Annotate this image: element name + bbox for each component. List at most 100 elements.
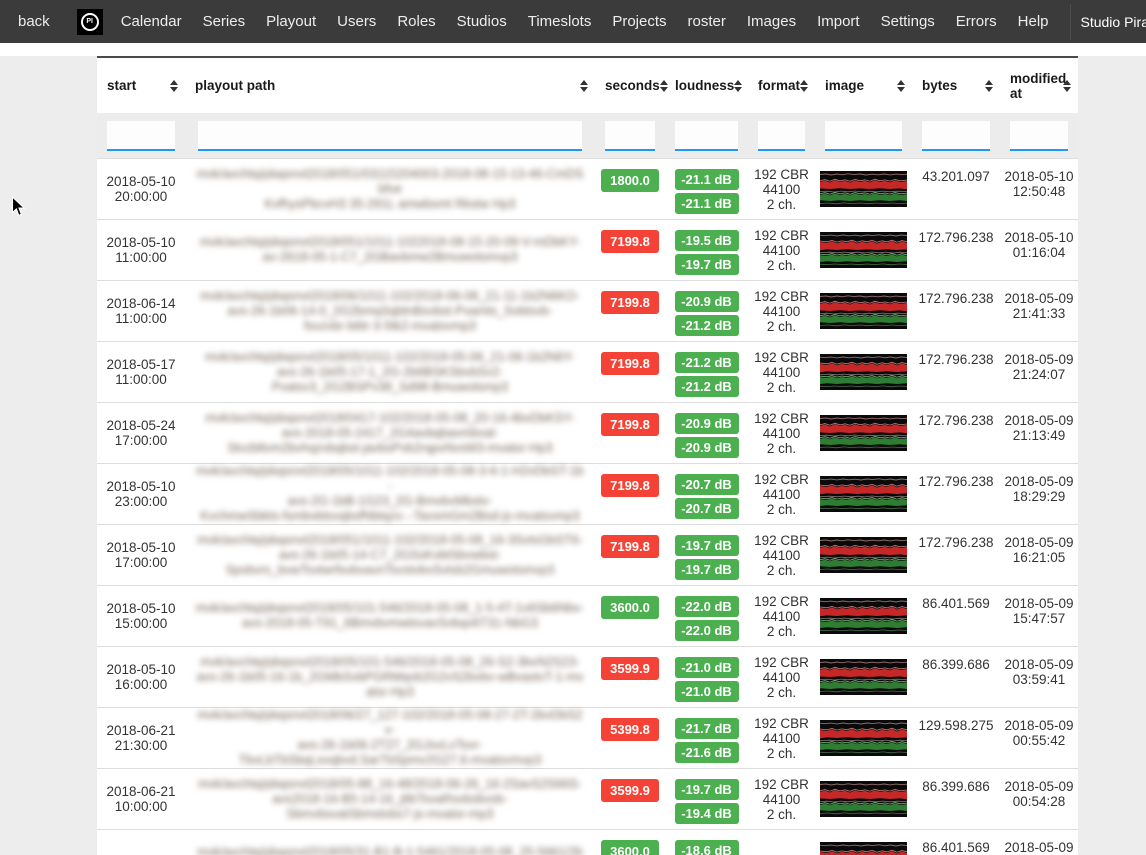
filter-input-image[interactable] — [825, 121, 902, 151]
seconds-cell: 7199.8 — [595, 220, 665, 280]
start-cell: 2018-05-1711:00:00 — [97, 342, 185, 402]
loudness-badge-range: -19.4 dB — [675, 803, 739, 824]
seconds-cell: 7199.8 — [595, 281, 665, 341]
nav-item-studios[interactable]: Studios — [457, 13, 507, 30]
sort-icon — [897, 80, 905, 92]
image-cell — [815, 586, 912, 646]
waveform-thumbnail-image[interactable] — [820, 232, 907, 268]
waveform-thumbnail-image[interactable] — [820, 171, 907, 207]
seconds-cell: 5399.8 — [595, 708, 665, 768]
waveform-thumbnail-image[interactable] — [820, 842, 907, 855]
seconds-badge: 3599.9 — [601, 779, 659, 802]
filter-input-modified-at[interactable] — [1010, 121, 1068, 151]
loudness-badge-integrated: -21.2 dB — [675, 352, 739, 373]
playout-table: start playout path seconds loudness form… — [97, 56, 1078, 855]
modified-at-cell: 2018-05-0903:59:41 — [1000, 647, 1078, 707]
nav-item-import[interactable]: Import — [817, 13, 860, 30]
table-row: 2018-05-1016:00:00 mvk/avchtq/pbqsnvt201… — [97, 646, 1078, 707]
piradio-logo-icon[interactable]: PI — [77, 9, 103, 35]
bytes-cell: 172.796.238 — [912, 220, 1000, 280]
loudness-cell: -20.7 dB -20.7 dB — [665, 464, 748, 524]
column-header-format[interactable]: format — [748, 78, 815, 93]
waveform-thumbnail-image[interactable] — [820, 354, 907, 390]
image-cell — [815, 281, 912, 341]
column-header-image[interactable]: image — [815, 78, 912, 93]
column-header-start[interactable]: start — [97, 78, 185, 93]
format-cell: 192 CBR441002 ch. — [748, 342, 815, 402]
loudness-badge-range: -21.2 dB — [675, 315, 739, 336]
format-cell: 192 CBR441002 ch. — [748, 220, 815, 280]
modified-at-cell: 2018-05-0915:47:57 — [1000, 586, 1078, 646]
nav-menu: Calendar Series Playout Users Roles Studios Ti… — [121, 13, 1070, 30]
filter-row — [97, 113, 1078, 158]
column-header-loudness[interactable]: loudness — [665, 78, 748, 93]
image-cell — [815, 403, 912, 463]
modified-at-cell: 2018-05-1001:16:04 — [1000, 220, 1078, 280]
seconds-cell: 7199.8 — [595, 403, 665, 463]
seconds-badge: 3599.9 — [601, 657, 659, 680]
column-header-playout-path[interactable]: playout path — [185, 78, 595, 93]
sort-icon — [734, 80, 742, 92]
waveform-thumbnail-image[interactable] — [820, 476, 907, 512]
nav-item-images[interactable]: Images — [747, 13, 796, 30]
waveform-thumbnail-image[interactable] — [820, 781, 907, 817]
bytes-cell: 172.796.238 — [912, 464, 1000, 524]
nav-item-roles[interactable]: Roles — [397, 13, 435, 30]
column-header-seconds[interactable]: seconds — [595, 78, 665, 93]
filter-input-format[interactable] — [758, 121, 805, 151]
image-cell — [815, 220, 912, 280]
table-row: 2018-05-1017:00:00 mvk/avchtq/pbqsnvt201… — [97, 524, 1078, 585]
loudness-badge-range: -22.0 dB — [675, 620, 739, 641]
nav-item-errors[interactable]: Errors — [956, 13, 997, 30]
filter-input-playout-path[interactable] — [198, 121, 582, 151]
bytes-cell: 172.796.238 — [912, 525, 1000, 585]
filter-input-bytes[interactable] — [922, 121, 990, 151]
waveform-thumbnail-image[interactable] — [820, 293, 907, 329]
filter-input-loudness[interactable] — [675, 121, 738, 151]
table-row: 2018-06-2110:00:00 mvk/avchtq/pbqsnvt201… — [97, 768, 1078, 829]
nav-item-users[interactable]: Users — [337, 13, 376, 30]
format-cell: 192 CBR441002 ch. — [748, 464, 815, 524]
column-header-bytes[interactable]: bytes — [912, 78, 1000, 93]
start-cell: 2018-05-1015:00:00 — [97, 586, 185, 646]
loudness-cell: -21.1 dB -21.1 dB — [665, 159, 748, 219]
modified-at-cell: 2018-05-0921:13:49 — [1000, 403, 1078, 463]
column-header-modified-at[interactable]: modified at — [1000, 71, 1078, 101]
nav-item-calendar[interactable]: Calendar — [121, 13, 182, 30]
sort-icon — [1063, 80, 1071, 92]
seconds-cell: 3600.0 — [595, 586, 665, 646]
loudness-cell: -18.6 dB — [665, 830, 748, 855]
nav-item-playout[interactable]: Playout — [266, 13, 316, 30]
nav-item-projects[interactable]: Projects — [612, 13, 666, 30]
filter-input-start[interactable] — [107, 121, 175, 151]
loudness-badge-integrated: -21.1 dB — [675, 169, 739, 190]
studio-select[interactable]: Studio Piradio — [1070, 4, 1146, 40]
waveform-thumbnail-image[interactable] — [820, 537, 907, 573]
waveform-thumbnail-image[interactable] — [820, 720, 907, 756]
table-row: 2018-05-1020:00:00 mvk/avchtq/pbqsnvt201… — [97, 158, 1078, 219]
loudness-badge-integrated: -19.7 dB — [675, 779, 739, 800]
loudness-cell: -19.5 dB -19.7 dB — [665, 220, 748, 280]
waveform-thumbnail-image[interactable] — [820, 598, 907, 634]
nav-item-timeslots[interactable]: Timeslots — [528, 13, 592, 30]
filter-input-seconds[interactable] — [605, 121, 655, 151]
loudness-badge-range: -21.1 dB — [675, 193, 739, 214]
image-cell — [815, 708, 912, 768]
table-row: 2018-05-1015:00:00 mvk/avchtq/pbqsnvt201… — [97, 585, 1078, 646]
playout-path-cell: mvk/avchtq/pbqsnvt2018/05/31-B1-B-1-5461… — [185, 830, 595, 855]
nav-item-settings[interactable]: Settings — [881, 13, 935, 30]
nav-item-back[interactable]: back — [18, 13, 50, 30]
waveform-thumbnail-image[interactable] — [820, 415, 907, 451]
format-cell: 192 CBR441002 ch. — [748, 769, 815, 829]
start-cell: 2018-05-1016:00:00 — [97, 647, 185, 707]
table-body: 2018-05-1020:00:00 mvk/avchtq/pbqsnvt201… — [97, 158, 1078, 855]
start-cell: 2018-05-1023:00:00 — [97, 464, 185, 524]
waveform-thumbnail-image[interactable] — [820, 659, 907, 695]
image-cell — [815, 464, 912, 524]
nav-item-roster[interactable]: roster — [688, 13, 726, 30]
loudness-badge-range: -21.0 dB — [675, 681, 739, 702]
nav-item-series[interactable]: Series — [203, 13, 246, 30]
loudness-badge-range: -21.6 dB — [675, 742, 739, 763]
start-cell: 2018-05-31 — [97, 830, 185, 855]
nav-item-help[interactable]: Help — [1018, 13, 1049, 30]
